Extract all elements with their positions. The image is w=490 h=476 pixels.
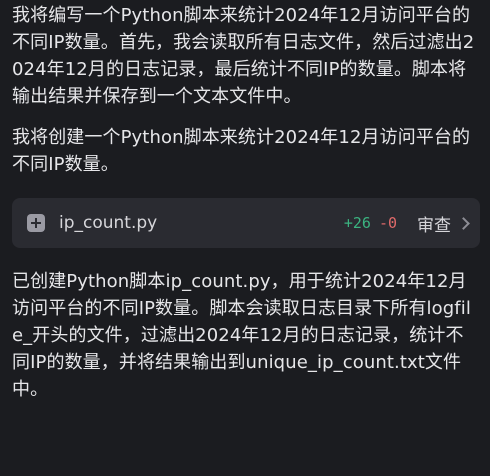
file-change-card[interactable]: ip_count.py +26 -0 审查 [12, 198, 480, 248]
assistant-message: 我将创建一个Python脚本来统计2024年12月访问平台的不同IP数量。 [12, 127, 471, 175]
chat-transcript: 我将编写一个Python脚本来统计2024年12月访问平台的不同IP数量。首先，… [0, 0, 490, 403]
assistant-message: 我将编写一个Python脚本来统计2024年12月访问平台的不同IP数量。首先，… [12, 5, 475, 107]
file-name: ip_count.py [59, 213, 158, 233]
summary-message: 已创建Python脚本ip_count.py，用于统计2024年12月访问平台的… [12, 271, 471, 400]
additions-count: +26 [343, 214, 371, 232]
review-label: 审查 [417, 215, 451, 236]
deletions-count: -0 [378, 214, 397, 232]
chevron-right-icon [457, 217, 470, 230]
review-button[interactable]: 审查 [417, 211, 470, 236]
plus-square-icon[interactable] [27, 214, 45, 232]
